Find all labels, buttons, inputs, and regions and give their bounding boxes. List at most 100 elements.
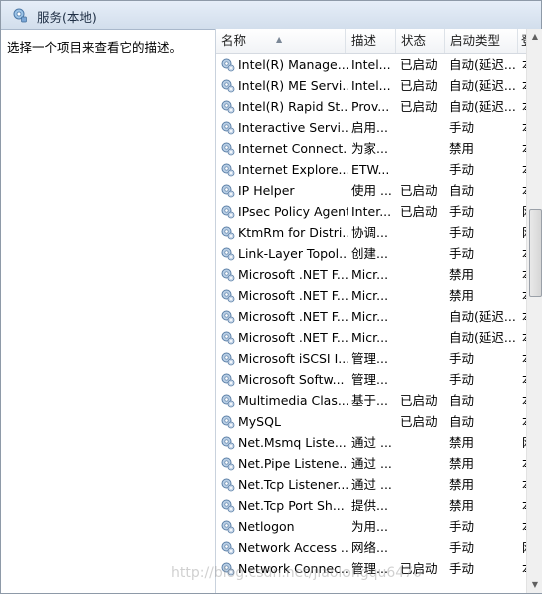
- service-description: 使用 ...: [351, 183, 392, 198]
- column-header-status[interactable]: 状态: [396, 29, 445, 53]
- service-gear-icon: [220, 162, 235, 177]
- service-startup-type: 手动: [449, 372, 475, 387]
- service-gear-icon: [220, 477, 235, 492]
- service-status: 已启动: [400, 183, 438, 198]
- service-name: Microsoft .NET F...: [238, 288, 348, 303]
- table-row[interactable]: Net.Msmq Liste...通过 ...禁用网: [216, 432, 528, 453]
- service-gear-icon: [220, 351, 235, 366]
- table-row[interactable]: Intel(R) ME Servi...Intel...已启动自动(延迟...本: [216, 75, 528, 96]
- table-row[interactable]: Network Connec...管理...已启动手动本: [216, 558, 528, 579]
- service-name: Net.Pipe Listene...: [238, 456, 348, 471]
- services-window: 服务(本地) 选择一个项目来查看它的描述。 名称 ▲ 描述 状态 启动类型 登 …: [0, 0, 542, 594]
- table-row[interactable]: KtmRm for Distri...协调...手动网: [216, 222, 528, 243]
- table-row[interactable]: Link-Layer Topol...创建...手动本: [216, 243, 528, 264]
- table-row[interactable]: Microsoft .NET F...Micr...禁用本: [216, 264, 528, 285]
- service-startup-type: 禁用: [449, 141, 475, 156]
- table-row[interactable]: Microsoft Softw...管理...手动本: [216, 369, 528, 390]
- service-startup-type: 自动: [449, 183, 475, 198]
- service-gear-icon: [220, 288, 235, 303]
- table-row[interactable]: Net.Tcp Listener...通过 ...禁用本: [216, 474, 528, 495]
- column-header-startup-type[interactable]: 启动类型: [445, 29, 518, 53]
- column-header-description-label: 描述: [351, 33, 377, 48]
- service-status: [400, 285, 444, 306]
- service-status: [400, 516, 444, 537]
- table-row[interactable]: Microsoft iSCSI I...管理...手动本: [216, 348, 528, 369]
- service-name: Net.Tcp Listener...: [238, 477, 348, 492]
- service-status: [400, 327, 444, 348]
- table-row[interactable]: Net.Tcp Port Sh...提供...禁用本: [216, 495, 528, 516]
- scrollbar-thumb[interactable]: [529, 209, 542, 297]
- table-row[interactable]: Multimedia Clas...基于...已启动自动本: [216, 390, 528, 411]
- service-status: 已启动: [400, 561, 438, 576]
- service-name: Intel(R) Rapid St...: [238, 99, 348, 114]
- service-description: Prov...: [351, 99, 390, 114]
- table-row[interactable]: Interactive Servi...启用...手动本: [216, 117, 528, 138]
- service-name: Intel(R) Manage...: [238, 57, 348, 72]
- table-row[interactable]: MySQL已启动自动本: [216, 411, 528, 432]
- service-status: [400, 453, 444, 474]
- scroll-down-arrow-icon[interactable]: ▼: [527, 577, 542, 593]
- table-row[interactable]: Internet Connect...为家...禁用本: [216, 138, 528, 159]
- table-row[interactable]: Internet Explore...ETW...手动本: [216, 159, 528, 180]
- table-row[interactable]: Network Access ...网络...手动网: [216, 537, 528, 558]
- table-row[interactable]: Microsoft .NET F...Micr...自动(延迟...本: [216, 306, 528, 327]
- service-name: Network Connec...: [238, 561, 348, 576]
- service-description: 启用...: [351, 120, 388, 135]
- service-status: [400, 537, 444, 558]
- column-header-row: 名称 ▲ 描述 状态 启动类型 登: [216, 29, 534, 54]
- service-name: MySQL: [238, 414, 281, 429]
- scroll-up-arrow-icon[interactable]: ▲: [527, 29, 542, 45]
- service-startup-type: 手动: [449, 519, 475, 534]
- table-row[interactable]: IPsec Policy AgentInter...已启动手动网: [216, 201, 528, 222]
- service-gear-icon: [220, 141, 235, 156]
- service-name: Intel(R) ME Servi...: [238, 78, 348, 93]
- service-description: Inter...: [351, 204, 392, 219]
- service-startup-type: 禁用: [449, 435, 475, 450]
- vertical-scrollbar[interactable]: ▲ ▼: [526, 29, 542, 593]
- service-status: 已启动: [400, 78, 438, 93]
- service-name: KtmRm for Distri...: [238, 225, 348, 240]
- service-startup-type: 自动(延迟...: [449, 309, 516, 324]
- service-gear-icon: [220, 183, 235, 198]
- service-status: [400, 117, 444, 138]
- column-header-status-label: 状态: [401, 33, 427, 48]
- service-gear-icon: [220, 330, 235, 345]
- service-status: [400, 432, 444, 453]
- table-row[interactable]: Intel(R) Manage...Intel...已启动自动(延迟...本: [216, 54, 528, 75]
- service-status: [400, 495, 444, 516]
- service-description: 通过 ...: [351, 477, 392, 492]
- service-status: 已启动: [400, 393, 438, 408]
- service-name: Multimedia Clas...: [238, 393, 348, 408]
- service-description: 管理...: [351, 351, 388, 366]
- service-description: 管理...: [351, 372, 388, 387]
- service-startup-type: 禁用: [449, 267, 475, 282]
- service-status: 已启动: [400, 204, 438, 219]
- table-row[interactable]: Netlogon为用...手动本: [216, 516, 528, 537]
- service-gear-icon: [220, 456, 235, 471]
- column-header-name-label: 名称: [221, 33, 247, 48]
- table-row[interactable]: IP Helper使用 ...已启动自动本: [216, 180, 528, 201]
- service-description: Intel...: [351, 57, 391, 72]
- service-gear-icon: [220, 246, 235, 261]
- column-header-description[interactable]: 描述: [346, 29, 396, 53]
- service-name: Net.Msmq Liste...: [238, 435, 347, 450]
- column-header-name[interactable]: 名称 ▲: [216, 29, 346, 53]
- service-description: 提供...: [351, 498, 388, 513]
- service-description: 通过 ...: [351, 435, 392, 450]
- service-description: 为用...: [351, 519, 388, 534]
- table-row[interactable]: Microsoft .NET F...Micr...自动(延迟...本: [216, 327, 528, 348]
- service-startup-type: 自动(延迟...: [449, 78, 516, 93]
- service-startup-type: 禁用: [449, 456, 475, 471]
- table-row[interactable]: Intel(R) Rapid St...Prov...已启动自动(延迟...本: [216, 96, 528, 117]
- service-status: [400, 243, 444, 264]
- table-row[interactable]: Microsoft .NET F...Micr...禁用本: [216, 285, 528, 306]
- service-description: Micr...: [351, 309, 389, 324]
- service-startup-type: 自动(延迟...: [449, 57, 516, 72]
- service-gear-icon: [220, 561, 235, 576]
- service-description: Micr...: [351, 330, 389, 345]
- table-row[interactable]: Net.Pipe Listene...通过 ...禁用本: [216, 453, 528, 474]
- service-description: Micr...: [351, 267, 389, 282]
- column-header-logon-as[interactable]: 登: [518, 29, 534, 53]
- service-status: [400, 348, 444, 369]
- services-list-pane[interactable]: 名称 ▲ 描述 状态 启动类型 登 Intel(R) Manage...Inte…: [215, 29, 542, 593]
